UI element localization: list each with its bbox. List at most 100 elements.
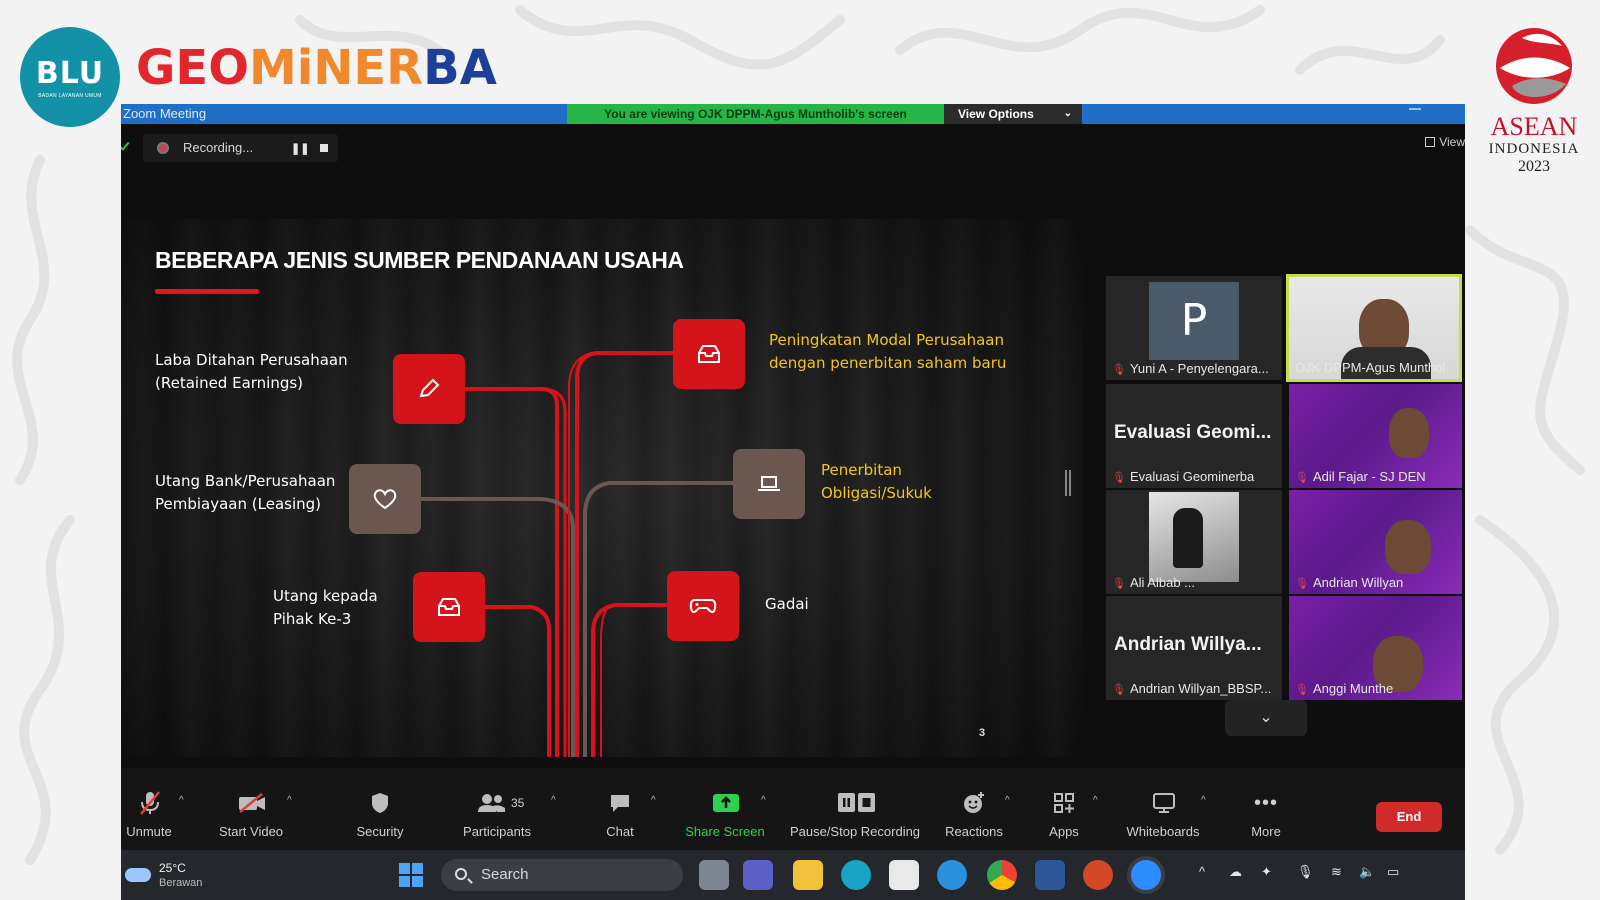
view-options-button[interactable]: View Options ⌄: [944, 104, 1082, 124]
participant-tile[interactable]: 🎙 Ali Albab ...: [1106, 490, 1282, 594]
participant-name: 🎙 Ali Albab ...: [1112, 575, 1278, 590]
volume-icon[interactable]: 🔈: [1359, 864, 1375, 880]
chat-button[interactable]: Chat: [595, 768, 645, 850]
chat-options-caret-icon[interactable]: ^: [651, 795, 656, 806]
windows-taskbar: 25°C Berawan Search ^ ☁ ✦ 🎙 ≋ 🔈 ▭: [121, 850, 1465, 900]
participant-tile-active-speaker[interactable]: OJK DPPM-Agus Munthol: [1286, 274, 1462, 382]
audio-options-caret-icon[interactable]: ^: [179, 795, 184, 806]
muted-mic-icon: [137, 790, 163, 816]
pause-recording-icon[interactable]: ❚❚: [291, 142, 309, 155]
apps-options-caret-icon[interactable]: ^: [1093, 795, 1098, 806]
slide-page-number: 3: [979, 727, 986, 739]
participant-tile[interactable]: P 🎙 Yuni A - Penyelengara...: [1106, 276, 1282, 380]
whiteboards-label: Whiteboards: [1126, 824, 1200, 839]
gallery-scroll-down-button[interactable]: ⌄: [1225, 700, 1307, 736]
participants-options-caret-icon[interactable]: ^: [551, 795, 556, 806]
tray-overflow-chevron-icon[interactable]: ^: [1199, 864, 1205, 879]
taskbar-search[interactable]: Search: [441, 859, 683, 891]
teams-icon[interactable]: [743, 860, 773, 890]
chat-label: Chat: [606, 824, 634, 839]
stop-recording-icon[interactable]: [320, 144, 328, 152]
start-video-label: Start Video: [218, 824, 284, 839]
participant-name-text: Yuni A - Penyelengara...: [1129, 361, 1269, 376]
onedrive-cloud-icon[interactable]: ☁: [1229, 864, 1242, 880]
shared-slide: BEBERAPA JENIS SUMBER PENDANAAN USAHA La…: [121, 219, 1083, 757]
reactions-button[interactable]: Reactions: [941, 768, 1007, 850]
item-line: Peningkatan Modal Perusahaan: [769, 331, 1004, 349]
muted-mic-icon: 🎙: [1295, 684, 1309, 696]
participant-tile[interactable]: Andrian Willya... 🎙 Andrian Willyan_BBSP.…: [1106, 596, 1282, 700]
file-explorer-icon[interactable]: [793, 860, 823, 890]
recording-indicator: Recording... ❚❚: [143, 134, 338, 162]
muted-mic-icon: 🎙: [1112, 684, 1126, 696]
end-meeting-button[interactable]: End: [1376, 802, 1442, 832]
participant-tile[interactable]: Evaluasi Geomi... 🎙 Evaluasi Geominerba: [1106, 384, 1282, 488]
unmute-button[interactable]: Unmute: [121, 768, 177, 850]
item-line: Utang kepada: [273, 587, 378, 605]
participant-name-text: Adil Fajar - SJ DEN: [1312, 469, 1426, 484]
chrome-browser-icon[interactable]: [987, 860, 1017, 890]
minimize-icon[interactable]: [1409, 108, 1421, 110]
participant-tile[interactable]: 🎙 Andrian Willyan: [1289, 490, 1462, 594]
edge-browser-icon[interactable]: [841, 860, 871, 890]
participant-name: 🎙 Anggi Munthe: [1295, 681, 1458, 696]
share-options-caret-icon[interactable]: ^: [761, 795, 766, 806]
blu-logo-subtitle: BADAN LAYANAN UMUM: [38, 92, 102, 99]
panel-splitter-handle[interactable]: [1065, 470, 1067, 496]
share-screen-button[interactable]: Share Screen: [681, 768, 769, 850]
windows-start-icon[interactable]: [399, 863, 423, 887]
microsoft-store-icon[interactable]: [889, 860, 919, 890]
pause-stop-recording-button[interactable]: Pause/Stop Recording: [783, 768, 927, 850]
start-video-button[interactable]: Start Video: [209, 768, 293, 850]
whiteboards-options-caret-icon[interactable]: ^: [1201, 795, 1206, 806]
participant-name: 🎙 Andrian Willyan: [1295, 575, 1458, 590]
participant-display-name: Evaluasi Geomi...: [1114, 422, 1272, 443]
item-new-shares: Peningkatan Modal Perusahaan dengan pene…: [769, 329, 1006, 375]
word-icon[interactable]: [1035, 860, 1065, 890]
more-button[interactable]: ••• More: [1243, 768, 1289, 850]
participant-tile[interactable]: 🎙 Adil Fajar - SJ DEN: [1289, 384, 1462, 488]
participant-tile[interactable]: 🎙 Anggi Munthe: [1289, 596, 1462, 700]
battery-icon[interactable]: ▭: [1387, 864, 1399, 880]
heart-icon: [373, 489, 397, 510]
task-view-icon[interactable]: [699, 860, 729, 890]
security-button[interactable]: Security: [347, 768, 413, 850]
weather-widget[interactable]: 25°C Berawan: [125, 858, 225, 892]
view-button-label: View: [1439, 135, 1465, 149]
participant-name: 🎙 Andrian Willyan_BBSP...: [1112, 681, 1278, 696]
screen-share-banner: You are viewing OJK DPPM-Agus Muntholib'…: [567, 104, 944, 124]
item-gadai: Gadai: [765, 593, 809, 616]
microphone-tray-icon[interactable]: 🎙: [1297, 864, 1314, 880]
participant-name: OJK DPPM-Agus Munthol: [1295, 360, 1455, 375]
video-options-caret-icon[interactable]: ^: [287, 795, 292, 806]
wifi-icon[interactable]: ≋: [1331, 864, 1342, 880]
chat-icon: [607, 790, 633, 816]
view-button[interactable]: View: [1425, 135, 1465, 149]
reactions-options-caret-icon[interactable]: ^: [1005, 795, 1010, 806]
item-line: (Retained Earnings): [155, 374, 304, 392]
participant-face: [1385, 520, 1431, 574]
participant-name-text: Evaluasi Geominerba: [1129, 469, 1255, 484]
help-icon[interactable]: [937, 860, 967, 890]
shield-icon: [367, 790, 393, 816]
more-dots-icon: •••: [1253, 791, 1278, 814]
zoom-app-icon[interactable]: [1131, 860, 1161, 890]
participants-button[interactable]: 35 Participants: [455, 768, 539, 850]
cloud-icon: [125, 868, 151, 882]
weather-description: Berawan: [159, 877, 203, 889]
whiteboards-button[interactable]: Whiteboards: [1121, 768, 1205, 850]
powerpoint-icon[interactable]: [1083, 860, 1113, 890]
slide-title: BEBERAPA JENIS SUMBER PENDANAAN USAHA: [155, 247, 684, 273]
item-line: dengan penerbitan saham baru: [769, 354, 1007, 372]
share-screen-label: Share Screen: [685, 824, 765, 839]
dropbox-icon[interactable]: ✦: [1261, 864, 1272, 880]
apps-button[interactable]: Apps: [1041, 768, 1087, 850]
taskbar-search-label: Search: [481, 866, 529, 883]
muted-mic-icon: 🎙: [1112, 364, 1126, 376]
security-label: Security: [356, 824, 404, 839]
zoom-meeting-window: Zoom Meeting You are viewing OJK DPPM-Ag…: [121, 104, 1465, 900]
item-line: Pihak Ke-3: [273, 610, 352, 628]
asean-logo: ASEAN INDONESIA 2023: [1474, 24, 1594, 176]
reactions-label: Reactions: [945, 824, 1003, 839]
photo-figure: [1173, 508, 1203, 568]
